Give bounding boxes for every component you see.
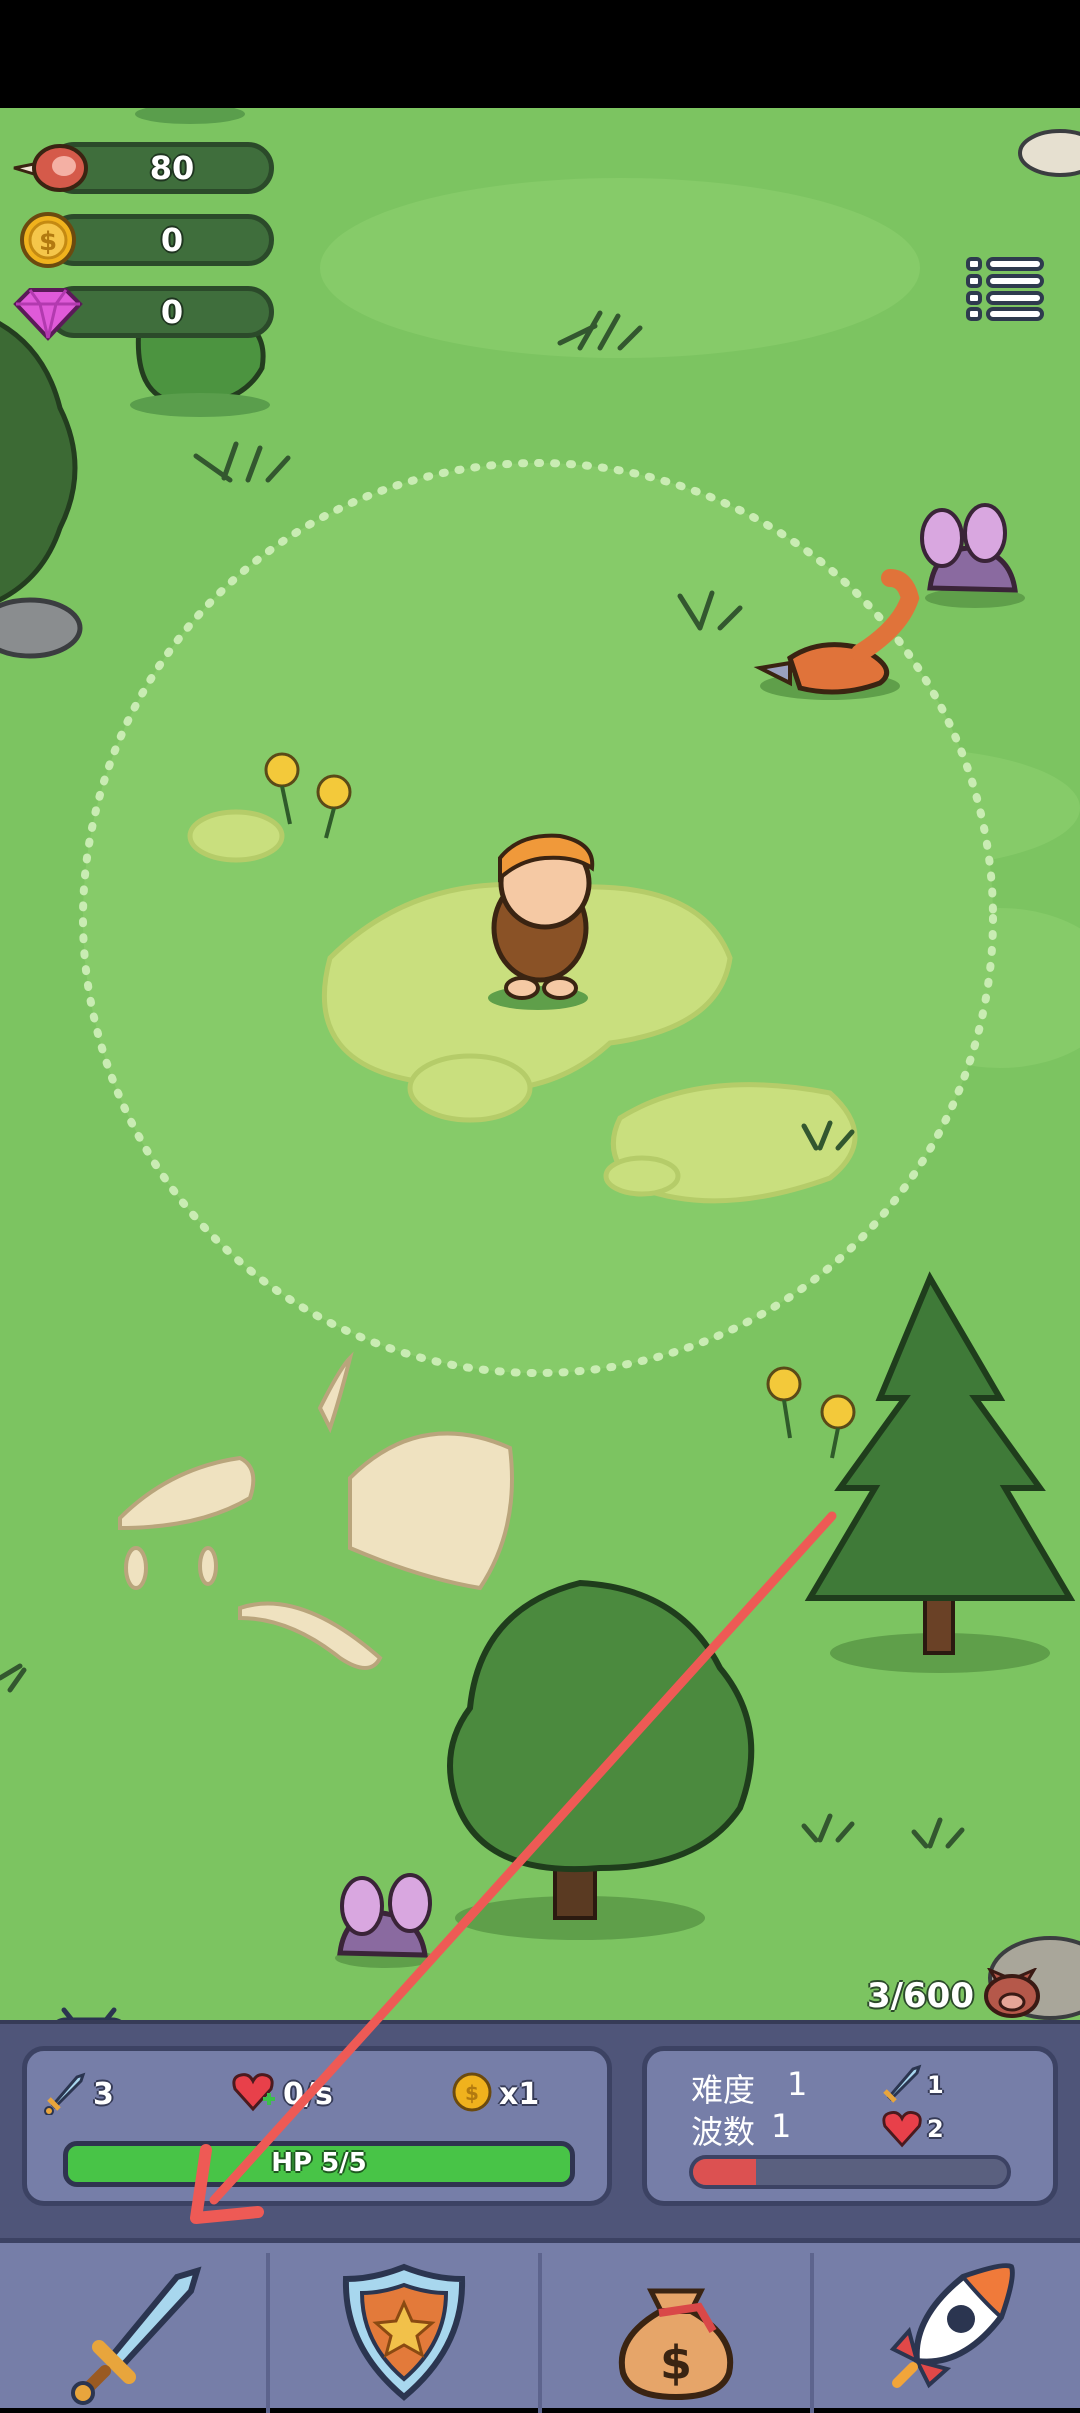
dinosaur-bones xyxy=(118,1351,514,1670)
hp-label: HP 5/5 xyxy=(271,2148,367,2178)
game-field[interactable]: 80 0 $ 0 3/600 x1 − xyxy=(0,108,1080,2020)
tv-icon xyxy=(56,2007,122,2020)
tab-economy[interactable]: $ xyxy=(542,2243,810,2413)
bottom-tab-bar: $ xyxy=(0,2238,1080,2413)
stats-hud: 3 0/s $ x1 HP 5/5 难度 1 波数 1 1 2 xyxy=(0,2020,1080,2238)
star-shield-icon xyxy=(342,2263,466,2401)
coin-icon: $ xyxy=(20,212,76,268)
game-world xyxy=(0,108,1080,2020)
money-bag-icon: $ xyxy=(618,2288,734,2401)
rocket-icon xyxy=(889,2263,1015,2389)
coin-multiplier-icon: $ xyxy=(452,2072,492,2112)
pine-tree xyxy=(804,1271,1076,1673)
attack-value: 3 xyxy=(93,2077,114,2112)
status-bar xyxy=(0,0,1080,108)
coin-value: 0 xyxy=(160,221,184,259)
wave-value: 1 xyxy=(771,2107,792,2145)
sword-icon xyxy=(71,2266,202,2405)
wave-label: 波数 xyxy=(691,2113,756,2151)
coin-multiplier-value: x1 xyxy=(499,2077,540,2112)
gem-value: 0 xyxy=(160,293,184,331)
tab-defense[interactable] xyxy=(270,2243,538,2413)
enemy-hp-icon xyxy=(882,2111,922,2148)
mouse-enemy xyxy=(335,1873,435,1968)
hp-bar: HP 5/5 xyxy=(63,2141,575,2187)
svg-text:$: $ xyxy=(39,227,57,257)
enemy-hp-value: 2 xyxy=(927,2115,944,2143)
difficulty-label: 难度 xyxy=(691,2071,756,2109)
player-stats-card: 3 0/s $ x1 HP 5/5 xyxy=(22,2046,612,2206)
tab-boost[interactable] xyxy=(814,2243,1080,2413)
menu-list-icon[interactable] xyxy=(966,256,1046,322)
gem-icon xyxy=(13,288,83,341)
heart-regen-icon xyxy=(232,2073,275,2112)
boar-head-icon xyxy=(984,1968,1040,2018)
wave-info-card: 难度 1 波数 1 1 2 xyxy=(642,2046,1058,2206)
kill-counter: 3/600 xyxy=(866,1976,974,2016)
watch-ad-button[interactable]: 5 xyxy=(46,2006,132,2020)
regen-value: 0/s xyxy=(283,2077,333,2112)
tab-weapon[interactable] xyxy=(0,2243,268,2413)
meat-icon xyxy=(13,144,88,192)
attack-sword-icon xyxy=(44,2072,86,2115)
mouse-enemy xyxy=(920,503,1025,608)
enemy-attack-value: 1 xyxy=(927,2071,944,2099)
meat-value: 80 xyxy=(149,149,195,187)
svg-text:$: $ xyxy=(660,2336,692,2390)
oak-tree xyxy=(447,1579,755,1940)
enemy-attack-icon xyxy=(883,2064,922,2103)
svg-text:$: $ xyxy=(465,2081,479,2105)
wave-progress-bar xyxy=(689,2155,1011,2189)
wave-progress-fill xyxy=(693,2159,756,2185)
difficulty-value: 1 xyxy=(787,2065,808,2103)
coin-counter: 0 xyxy=(48,214,274,266)
